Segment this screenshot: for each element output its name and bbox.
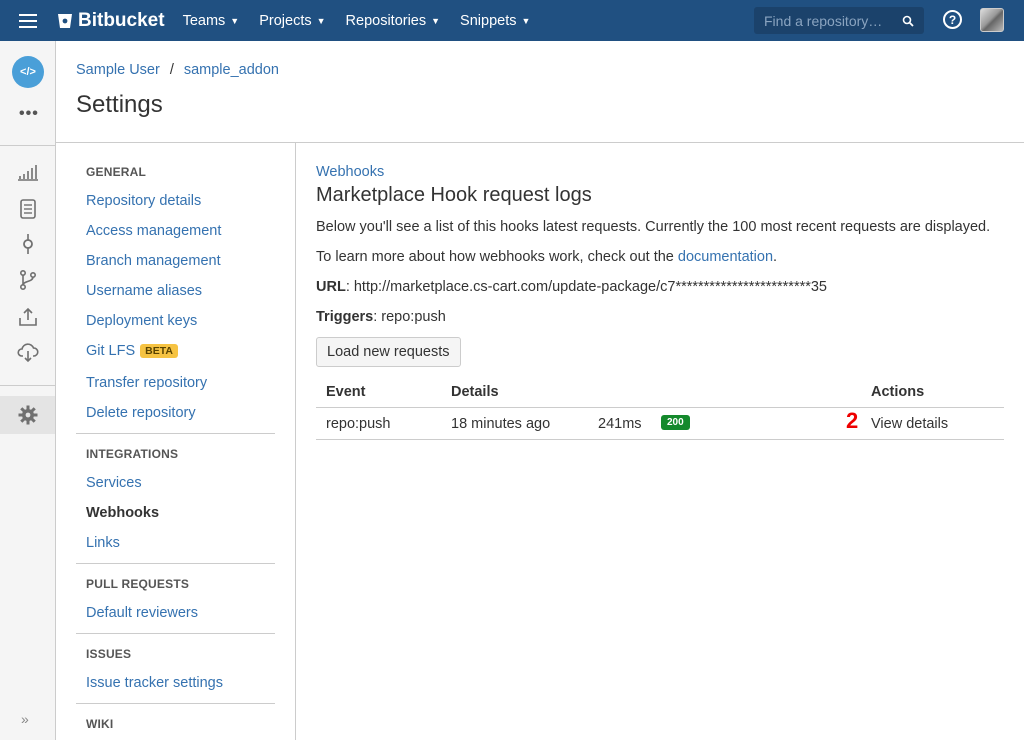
cloud-download-icon[interactable]	[17, 341, 39, 363]
nav-issue-tracker-settings[interactable]: Issue tracker settings	[86, 675, 223, 691]
breadcrumb-separator: /	[169, 62, 174, 78]
breadcrumb-owner-link[interactable]: Sample User	[76, 62, 160, 78]
url-label: URL	[316, 279, 346, 295]
nav-heading-issues: ISSUES	[86, 647, 132, 661]
triggers-value: : repo:push	[373, 309, 446, 325]
rail-divider	[0, 385, 55, 386]
left-icon-rail: </> ••• »	[0, 41, 56, 740]
nav-content-divider	[295, 142, 296, 740]
brand-name: Bitbucket	[78, 9, 165, 31]
nav-teams[interactable]: Teams ▼	[183, 13, 240, 29]
nav-links[interactable]: Links	[86, 535, 120, 551]
menu-icon[interactable]	[0, 0, 56, 41]
load-new-requests-button[interactable]: Load new requests	[316, 337, 461, 367]
nav-heading-wiki: WIKI	[86, 717, 114, 731]
nav-divider	[76, 433, 275, 434]
intro-text: Below you'll see a list of this hooks la…	[316, 219, 991, 235]
table-header-divider	[316, 407, 1004, 408]
documentation-link[interactable]: documentation	[678, 249, 773, 265]
nav-webhooks[interactable]: Webhooks	[86, 505, 159, 521]
nav-default-reviewers[interactable]: Default reviewers	[86, 605, 198, 621]
column-header-actions: Actions	[871, 384, 925, 400]
source-icon[interactable]	[17, 198, 39, 220]
nav-heading-general: GENERAL	[86, 165, 147, 179]
column-header-details: Details	[451, 384, 499, 400]
expand-sidebar-icon[interactable]: »	[21, 711, 29, 727]
top-navigation-bar: Bitbucket Teams ▼ Projects ▼ Repositories ▼…	[0, 0, 1024, 41]
nav-git-lfs-row: Git LFS BETA	[86, 343, 178, 359]
user-avatar[interactable]	[980, 8, 1004, 32]
nav-branch-management[interactable]: Branch management	[86, 253, 221, 269]
repo-avatar[interactable]: </>	[12, 56, 44, 88]
upload-icon[interactable]	[17, 306, 39, 328]
url-value: : http://marketplace.cs-cart.com/update-…	[345, 279, 827, 295]
search-icon	[902, 15, 914, 27]
nav-divider	[76, 563, 275, 564]
row-time: 18 minutes ago	[451, 416, 551, 432]
beta-badge: BETA	[140, 344, 178, 358]
annotation-marker: 2	[846, 408, 859, 433]
column-header-event: Event	[326, 384, 366, 400]
triggers-label: Triggers	[316, 309, 374, 325]
view-details-link[interactable]: View details	[871, 416, 948, 432]
search-placeholder: Find a repository…	[764, 12, 883, 29]
learn-prefix: To learn more about how webhooks work, c…	[316, 249, 678, 265]
nav-username-aliases[interactable]: Username aliases	[86, 283, 202, 299]
rail-divider	[0, 145, 55, 146]
breadcrumb: Sample User / sample_addon	[76, 62, 279, 78]
url-line: URL: http://marketplace.cs-cart.com/upda…	[316, 279, 827, 295]
triggers-line: Triggers: repo:push	[316, 309, 446, 325]
nav-services[interactable]: Services	[86, 475, 142, 491]
bucket-icon	[58, 13, 72, 28]
nav-divider	[76, 633, 275, 634]
nav-deployment-keys[interactable]: Deployment keys	[86, 313, 197, 329]
nav-heading-integrations: INTEGRATIONS	[86, 447, 179, 461]
nav-heading-pull-requests: PULL REQUESTS	[86, 577, 190, 591]
section-title: Marketplace Hook request logs	[316, 184, 592, 206]
breadcrumb-repo-link[interactable]: sample_addon	[184, 62, 279, 78]
nav-projects-label: Projects	[259, 12, 312, 29]
chevron-down-icon: ▼	[431, 15, 441, 26]
header-divider	[56, 142, 1024, 143]
nav-repositories[interactable]: Repositories ▼	[346, 13, 441, 29]
more-icon[interactable]: •••	[19, 105, 39, 123]
bitbucket-logo[interactable]: Bitbucket	[56, 10, 165, 32]
search-input[interactable]: Find a repository…	[754, 7, 924, 34]
status-badge: 200	[661, 415, 690, 430]
nav-divider	[76, 703, 275, 704]
nav-repository-details[interactable]: Repository details	[86, 193, 201, 209]
nav-git-lfs[interactable]: Git LFS	[86, 343, 135, 359]
row-duration: 241ms	[598, 416, 642, 432]
gear-icon[interactable]	[17, 404, 39, 426]
nav-transfer-repository[interactable]: Transfer repository	[86, 375, 207, 391]
commits-icon[interactable]	[17, 233, 39, 255]
nav-delete-repository[interactable]: Delete repository	[86, 405, 196, 421]
webhooks-breadcrumb-link[interactable]: Webhooks	[316, 164, 384, 180]
chevron-down-icon: ▼	[521, 15, 531, 26]
nav-projects[interactable]: Projects ▼	[259, 13, 325, 29]
row-event: repo:push	[326, 416, 391, 432]
page-title: Settings	[76, 91, 163, 118]
learn-suffix: .	[773, 249, 778, 265]
help-icon[interactable]: ?	[943, 10, 962, 29]
nav-snippets-label: Snippets	[460, 12, 517, 29]
chevron-down-icon: ▼	[230, 15, 240, 26]
overview-chart-icon[interactable]	[17, 161, 39, 183]
nav-snippets[interactable]: Snippets ▼	[460, 13, 530, 29]
nav-repositories-label: Repositories	[345, 12, 427, 29]
branches-icon[interactable]	[17, 269, 39, 291]
nav-access-management[interactable]: Access management	[86, 223, 221, 239]
learn-more-text: To learn more about how webhooks work, c…	[316, 249, 777, 265]
nav-teams-label: Teams	[182, 12, 226, 29]
table-row-divider	[316, 439, 1004, 440]
chevron-down-icon: ▼	[316, 15, 326, 26]
